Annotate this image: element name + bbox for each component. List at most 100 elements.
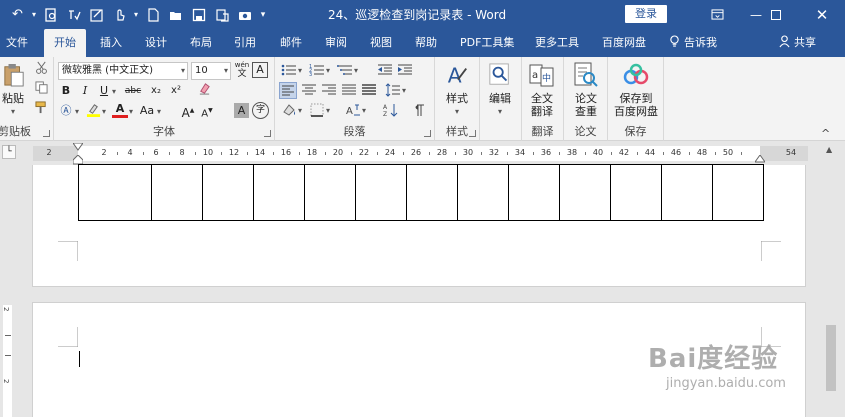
paste-button[interactable]: 粘贴 ▾	[0, 61, 26, 118]
change-case-button[interactable]: Aa	[138, 102, 156, 120]
vertical-ruler[interactable]: 2 2	[0, 165, 16, 417]
copy-icon[interactable]	[33, 81, 49, 99]
styles-button[interactable]: A 样式 ▾	[435, 61, 479, 118]
shading-dropdown-icon[interactable]: ▾	[298, 106, 302, 115]
table-cell[interactable]	[304, 164, 356, 221]
show-marks-icon[interactable]	[411, 103, 427, 117]
tab-home[interactable]: 开始	[44, 29, 86, 57]
highlight-dropdown-icon[interactable]: ▾	[102, 107, 106, 116]
multilevel-list-icon[interactable]	[337, 63, 353, 77]
save-as-icon[interactable]	[210, 0, 233, 29]
italic-button[interactable]: I	[78, 82, 92, 100]
table-cell[interactable]	[508, 164, 560, 221]
borders-dropdown-icon[interactable]: ▾	[326, 106, 330, 115]
sort-icon[interactable]: AZ	[383, 103, 399, 118]
font-color-button[interactable]: A	[112, 101, 128, 118]
first-line-indent-marker[interactable]	[73, 143, 83, 151]
enclose-chars-button[interactable]: 字	[252, 102, 269, 119]
maximize-icon[interactable]	[753, 0, 799, 29]
tab-file[interactable]: 文件	[6, 29, 28, 57]
highlight-icon[interactable]	[84, 102, 102, 120]
login-button[interactable]: 登录	[625, 5, 667, 23]
new-doc-icon[interactable]	[141, 0, 164, 29]
table-cell[interactable]	[253, 164, 305, 221]
multilevel-dropdown-icon[interactable]: ▾	[354, 66, 358, 75]
shrink-font-button[interactable]: A▼	[200, 102, 214, 120]
text-effects-icon[interactable]: Ⓐ	[58, 102, 74, 120]
full-translate-button[interactable]: a中 全文 翻译	[522, 61, 562, 118]
table-cell[interactable]	[610, 164, 662, 221]
font-name-combo[interactable]: 微软雅黑 (中文正文) ▾	[58, 62, 188, 80]
line-spacing-icon[interactable]	[385, 83, 401, 97]
distributed-icon[interactable]	[361, 83, 377, 97]
document-table[interactable]	[78, 164, 764, 221]
table-cell[interactable]	[457, 164, 509, 221]
editing-button[interactable]: 编辑 ▾	[480, 61, 520, 118]
asian-layout-dropdown-icon[interactable]: ▾	[362, 106, 366, 115]
tab-design[interactable]: 设计	[145, 29, 167, 57]
tab-selector-icon[interactable]: └	[2, 145, 16, 159]
bold-button[interactable]: B	[59, 82, 73, 100]
page-1[interactable]	[32, 164, 806, 287]
table-cell[interactable]	[151, 164, 203, 221]
table-cell[interactable]	[661, 164, 713, 221]
change-case-dropdown-icon[interactable]: ▾	[157, 107, 161, 116]
close-icon[interactable]: ✕	[799, 0, 845, 29]
tell-me-search[interactable]: 告诉我	[684, 29, 717, 57]
align-left-icon[interactable]	[279, 82, 297, 99]
save-icon[interactable]	[187, 0, 210, 29]
dropdown-icon[interactable]: ▾	[29, 0, 39, 29]
underline-button[interactable]: U	[97, 82, 111, 100]
share-button[interactable]: 共享	[794, 29, 816, 57]
tab-layout[interactable]: 布局	[190, 29, 212, 57]
underline-dropdown-icon[interactable]: ▾	[112, 87, 116, 96]
tab-pdf-tools[interactable]: PDF工具集	[460, 29, 514, 57]
table-cell[interactable]	[78, 164, 152, 221]
tab-help[interactable]: 帮助	[415, 29, 437, 57]
tab-mailings[interactable]: 邮件	[280, 29, 302, 57]
tab-baidu-netdisk[interactable]: 百度网盘	[602, 29, 646, 57]
tab-view[interactable]: 视图	[370, 29, 392, 57]
numbering-icon[interactable]: 123	[309, 63, 325, 78]
tab-references[interactable]: 引用	[234, 29, 256, 57]
font-size-combo[interactable]: 10 ▾	[191, 62, 231, 80]
markup-icon[interactable]	[85, 0, 108, 29]
print-preview-icon[interactable]	[39, 0, 62, 29]
strikethrough-button[interactable]: abc	[122, 82, 144, 100]
clear-formatting-icon[interactable]	[196, 82, 212, 100]
styles-launcher-icon[interactable]	[469, 130, 476, 137]
open-icon[interactable]	[164, 0, 187, 29]
save-to-baidu-button[interactable]: 保存到 百度网盘	[608, 61, 664, 118]
paper-check-button[interactable]: 论文 查重	[564, 61, 608, 118]
table-cell[interactable]	[355, 164, 407, 221]
table-cell[interactable]	[202, 164, 254, 221]
tab-more-tools[interactable]: 更多工具	[535, 29, 579, 57]
align-center-icon[interactable]	[301, 83, 317, 97]
table-cell[interactable]	[712, 164, 764, 221]
grow-font-button[interactable]: A▲	[181, 102, 195, 120]
right-indent-marker[interactable]	[755, 155, 765, 163]
text-effects-dropdown-icon[interactable]: ▾	[75, 107, 79, 116]
tab-review[interactable]: 审阅	[325, 29, 347, 57]
horizontal-ruler[interactable]: 2 54 2 4 6 8 10 12 14 16 18 20 22 24 26 28 30 32 34 36 38 4…	[33, 143, 808, 165]
borders-icon[interactable]	[309, 103, 325, 117]
bullets-dropdown-icon[interactable]: ▾	[298, 66, 302, 75]
char-border-button[interactable]: A	[252, 62, 268, 78]
justify-icon[interactable]	[341, 83, 357, 97]
font-launcher-icon[interactable]	[264, 130, 271, 137]
scroll-up-icon[interactable]: ▲	[826, 145, 832, 154]
clipboard-launcher-icon[interactable]	[43, 130, 50, 137]
collapse-ribbon-icon[interactable]: ^	[821, 127, 830, 140]
font-color-dropdown-icon[interactable]: ▾	[129, 107, 133, 116]
line-spacing-dropdown-icon[interactable]: ▾	[402, 86, 406, 95]
phonetic-guide-button[interactable]: wén 文	[234, 61, 250, 79]
table-cell[interactable]	[406, 164, 458, 221]
bullets-icon[interactable]	[281, 63, 297, 77]
paragraph-launcher-icon[interactable]	[424, 130, 431, 137]
table-cell[interactable]	[559, 164, 611, 221]
customize-icon[interactable]: ▾	[256, 0, 270, 29]
dropdown-icon[interactable]: ▾	[131, 0, 141, 29]
cut-icon[interactable]	[33, 61, 49, 79]
decrease-indent-icon[interactable]	[377, 63, 393, 77]
char-shading-button[interactable]: A	[234, 103, 249, 118]
